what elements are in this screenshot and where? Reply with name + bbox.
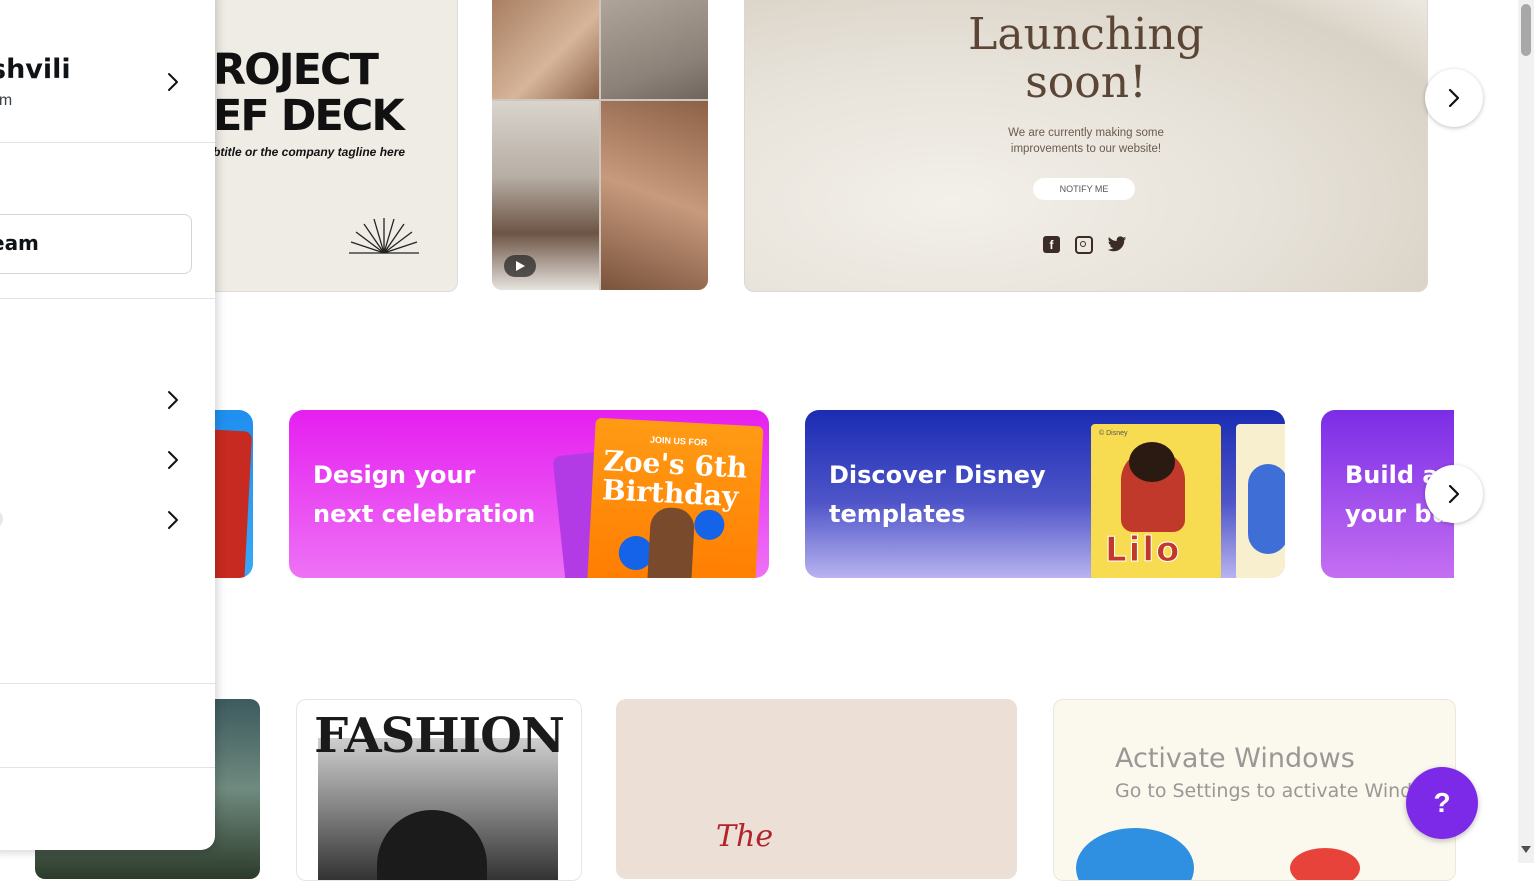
chevron-right-icon	[1448, 484, 1460, 504]
vertical-scrollbar[interactable]	[1518, 0, 1534, 863]
chevron-right-icon	[1448, 88, 1460, 108]
account-name: shvili	[0, 54, 71, 85]
template-launching-soon[interactable]: Launching soon! We are currently making …	[744, 0, 1428, 292]
template-project-deck[interactable]: ROJECT EF DECK btitle or the company tag…	[190, 0, 458, 292]
lilo-card: © Disney Lilo	[1091, 424, 1221, 578]
divider	[0, 142, 215, 143]
create-team-button[interactable]: eam	[0, 214, 192, 274]
scrollbar-thumb[interactable]	[1521, 4, 1531, 56]
balloon	[693, 509, 726, 541]
menu-item-chevron-right-icon[interactable]	[166, 450, 180, 470]
banner-celebration-text: Design your next celebration	[313, 461, 536, 528]
banner-disney-text: Discover Disney templates	[829, 461, 1046, 528]
menu-item-chevron-right-icon[interactable]	[166, 390, 180, 410]
divider	[0, 767, 215, 768]
invite-card-title: Zoe's 6th Birthday	[601, 444, 749, 514]
divider	[0, 298, 215, 299]
lilo-logo: Lilo	[1104, 530, 1182, 571]
lilo-head	[1129, 442, 1175, 482]
template-jewelry-video[interactable]	[492, 0, 708, 290]
kids-figure	[647, 506, 696, 578]
template-colorful-shapes[interactable]	[1053, 699, 1456, 881]
photo-tile	[492, 0, 599, 99]
fashion-title: FASHION	[314, 708, 565, 764]
scroll-down-arrow-icon[interactable]	[1521, 846, 1531, 854]
menu-item-chevron-right-icon[interactable]	[166, 510, 180, 530]
launching-title: Launching soon!	[968, 9, 1204, 108]
banner-next-button[interactable]	[1425, 465, 1483, 523]
account-chevron-right-icon[interactable]	[166, 72, 180, 92]
facebook-icon[interactable]: f	[1043, 236, 1060, 253]
carousel-next-button[interactable]	[1425, 69, 1483, 127]
launching-body: We are currently making some improvement…	[1008, 127, 1164, 155]
divider	[0, 683, 215, 684]
twitter-icon[interactable]	[1107, 236, 1127, 253]
instagram-icon[interactable]	[1075, 236, 1093, 254]
help-button[interactable]: ?	[1406, 767, 1478, 839]
stitch-card	[1236, 424, 1285, 578]
sunburst-icon	[349, 218, 419, 254]
create-team-label: eam	[0, 231, 39, 255]
menu-item-dot	[0, 510, 3, 528]
project-deck-title: ROJECT EF DECK	[213, 45, 405, 141]
home-content: ROJECT EF DECK btitle or the company tag…	[0, 0, 1502, 881]
disney-copyright: © Disney	[1099, 430, 1128, 437]
project-deck-subtitle: btitle or the company tagline here	[213, 145, 406, 159]
template-wedding-script[interactable]: The	[616, 699, 1017, 879]
photo-tile	[601, 0, 708, 99]
photo-tile	[601, 101, 708, 290]
template-fashion[interactable]: FASHION	[296, 699, 582, 881]
stitch-figure	[1248, 464, 1285, 554]
banner-design-celebration[interactable]: Design your next celebration JOIN US FOR…	[289, 410, 769, 578]
birthday-invite-card: JOIN US FOR Zoe's 6th Birthday	[586, 417, 764, 578]
shape-blue	[1076, 828, 1194, 880]
shape-red	[1290, 848, 1360, 880]
notify-me-button[interactable]: NOTIFY ME	[1033, 178, 1135, 200]
play-icon[interactable]	[504, 255, 536, 277]
banner-disney-templates[interactable]: Discover Disney templates © Disney Lilo	[805, 410, 1285, 578]
script-text: The	[716, 819, 774, 854]
account-menu-panel: shvili om eam	[0, 0, 215, 850]
account-email: om	[0, 92, 13, 109]
